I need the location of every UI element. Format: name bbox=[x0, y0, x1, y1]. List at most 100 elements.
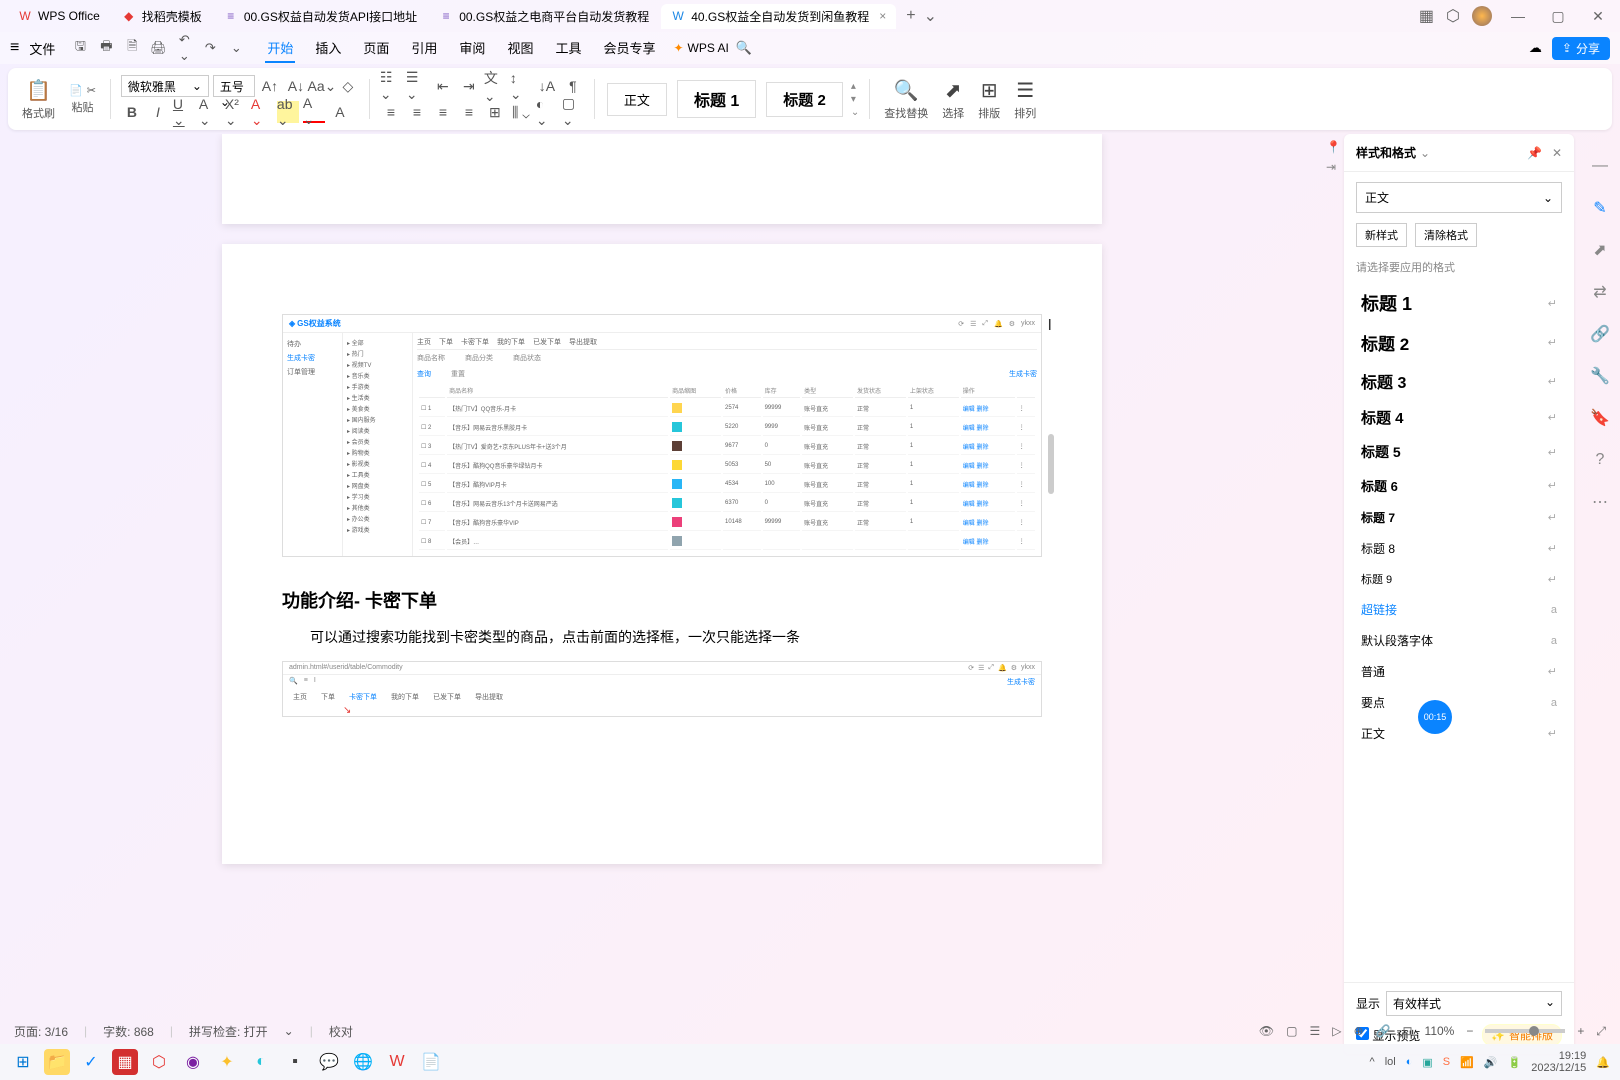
style-item[interactable]: 标题 7↵ bbox=[1352, 502, 1566, 533]
italic-button[interactable]: I bbox=[147, 101, 169, 123]
align-justify-icon[interactable]: ≡ bbox=[458, 101, 480, 123]
minimize-panel-icon[interactable]: — bbox=[1588, 154, 1612, 178]
cube-icon[interactable]: ⬡ bbox=[1446, 6, 1460, 26]
read-mode-icon[interactable]: 👁 bbox=[1259, 1024, 1274, 1038]
share-alt-icon[interactable]: ⇄ bbox=[1588, 280, 1612, 304]
superscript-button[interactable]: X² ⌄ bbox=[225, 101, 247, 123]
align-center-icon[interactable]: ≡ bbox=[406, 101, 428, 123]
menu-tab-page[interactable]: 页面 bbox=[361, 34, 391, 63]
zoom-out-icon[interactable]: − bbox=[1466, 1024, 1473, 1038]
clear-format-icon[interactable]: ◇ bbox=[337, 75, 359, 97]
play-icon[interactable]: ▷ bbox=[1332, 1024, 1341, 1038]
close-button[interactable]: ✕ bbox=[1584, 8, 1612, 25]
menu-tab-start[interactable]: 开始 bbox=[265, 34, 295, 63]
align-left-icon[interactable]: ≡ bbox=[380, 101, 402, 123]
align-right-icon[interactable]: ≡ bbox=[432, 101, 454, 123]
app-icon[interactable]: ◐ bbox=[248, 1049, 274, 1075]
tab-doc-api[interactable]: ≡ 00.GS权益自动发货API接口地址 bbox=[214, 4, 427, 29]
wps-ai-button[interactable]: ✦ WPS AI bbox=[673, 41, 728, 55]
dropdown-icon[interactable]: ⌄ bbox=[225, 40, 247, 56]
paste-group[interactable]: 📄 ✂ 粘贴 bbox=[65, 84, 100, 115]
cursor-icon[interactable]: ⬈ bbox=[1588, 238, 1612, 262]
more-icon[interactable]: ⋯ bbox=[1588, 490, 1612, 514]
tool-icon[interactable]: 🔧 bbox=[1588, 364, 1612, 388]
cloud-icon[interactable]: ☁ bbox=[1529, 40, 1542, 56]
print-preview-icon[interactable]: 🗎 bbox=[121, 37, 143, 59]
edge-icon[interactable]: 🌐 bbox=[350, 1049, 376, 1075]
tab-wps-office[interactable]: W WPS Office bbox=[8, 5, 110, 27]
sort-button[interactable]: ☰排列 bbox=[1010, 78, 1040, 121]
close-icon[interactable]: ✕ bbox=[1552, 146, 1562, 160]
minimize-button[interactable]: — bbox=[1504, 8, 1532, 24]
layout-button[interactable]: ⊞排版 bbox=[974, 78, 1004, 121]
tray-icon[interactable]: S bbox=[1443, 1056, 1450, 1068]
maximize-button[interactable]: ▢ bbox=[1544, 8, 1572, 25]
todo-icon[interactable]: ✓ bbox=[78, 1049, 104, 1075]
line-spacing-icon[interactable]: ↕ ⌄ bbox=[510, 75, 532, 97]
highlight-button[interactable]: ab ⌄ bbox=[277, 101, 299, 123]
text-color-button[interactable]: A ⌄ bbox=[303, 101, 325, 123]
tray-icon[interactable]: lol bbox=[1385, 1056, 1396, 1068]
volume-icon[interactable]: 🔊 bbox=[1484, 1056, 1498, 1069]
number-list-icon[interactable]: ☰ ⌄ bbox=[406, 75, 428, 97]
style-item[interactable]: 标题 4↵ bbox=[1352, 400, 1566, 435]
style-item[interactable]: 超链接a bbox=[1352, 594, 1566, 625]
app-icon[interactable]: ▪ bbox=[282, 1049, 308, 1075]
document-area[interactable]: ◈GS权益系统 ⟳ ☰ ⤢ 🔔 ⚙ ykxx 待办 bbox=[0, 134, 1324, 1054]
spellcheck-dropdown[interactable]: ⌄ bbox=[284, 1024, 294, 1038]
file-menu[interactable]: 文件 bbox=[29, 39, 55, 58]
menu-tab-reference[interactable]: 引用 bbox=[409, 34, 439, 63]
chevron-down-icon[interactable]: ⌄ bbox=[1420, 146, 1430, 160]
app-icon[interactable]: ⬡ bbox=[146, 1049, 172, 1075]
link-icon[interactable]: 🔗 bbox=[1376, 1024, 1391, 1038]
proofread-button[interactable]: 校对 bbox=[329, 1023, 353, 1040]
menu-tab-tools[interactable]: 工具 bbox=[553, 34, 583, 63]
app-icon[interactable]: ▦ bbox=[112, 1049, 138, 1075]
search-icon[interactable]: 🔍 bbox=[733, 40, 755, 56]
underline-button[interactable]: U ⌄ bbox=[173, 101, 195, 123]
pencil-icon[interactable]: ✎ bbox=[1588, 196, 1612, 220]
grid-icon[interactable]: ▦ bbox=[1419, 6, 1434, 26]
style-item[interactable]: 标题 5↵ bbox=[1352, 435, 1566, 469]
zoom-level[interactable]: 110% bbox=[1425, 1024, 1455, 1038]
quick-print-icon[interactable]: 🖨 bbox=[147, 40, 169, 56]
distribute-icon[interactable]: ⊞ bbox=[484, 101, 506, 123]
style-item[interactable]: 标题 1↵ bbox=[1352, 283, 1566, 323]
styles-list[interactable]: 标题 1↵标题 2↵标题 3↵标题 4↵标题 5↵标题 6↵标题 7↵标题 8↵… bbox=[1344, 279, 1574, 982]
web-mode-icon[interactable]: ⊕ bbox=[1353, 1024, 1363, 1038]
style-item[interactable]: 要点a bbox=[1352, 687, 1566, 718]
pin-icon[interactable]: 📍 bbox=[1326, 140, 1342, 156]
style-item[interactable]: 标题 8↵ bbox=[1352, 533, 1566, 564]
sort-icon[interactable]: ↓A bbox=[536, 75, 558, 97]
style-item[interactable]: 正文↵ bbox=[1352, 718, 1566, 749]
show-filter-select[interactable]: 有效样式⌄ bbox=[1386, 991, 1562, 1016]
paperclip-icon[interactable]: 🔗 bbox=[1588, 322, 1612, 346]
style-item[interactable]: 默认段落字体a bbox=[1352, 625, 1566, 656]
share-button[interactable]: ⇪ 分享 bbox=[1552, 37, 1610, 60]
font-name-select[interactable]: 微软雅黑⌄ bbox=[121, 75, 209, 97]
help-icon[interactable]: ? bbox=[1588, 448, 1612, 472]
strikethrough-button[interactable]: A ⌄ bbox=[199, 101, 221, 123]
style-item[interactable]: 标题 3↵ bbox=[1352, 362, 1566, 400]
style-item[interactable]: 标题 6↵ bbox=[1352, 469, 1566, 502]
menu-tab-view[interactable]: 视图 bbox=[505, 34, 535, 63]
close-icon[interactable]: × bbox=[879, 9, 886, 23]
fit-icon[interactable]: ⊡ bbox=[1402, 1024, 1412, 1038]
start-button[interactable]: ⊞ bbox=[10, 1049, 36, 1075]
format-brush-group[interactable]: 📋 格式刷 bbox=[18, 78, 59, 121]
shading-icon[interactable]: ◐ ⌄ bbox=[536, 101, 558, 123]
current-style-select[interactable]: 正文 ⌄ bbox=[1356, 182, 1562, 213]
menu-tab-member[interactable]: 会员专享 bbox=[601, 34, 657, 63]
hamburger-icon[interactable]: ≡ bbox=[10, 39, 19, 57]
collapse-icon[interactable]: ⇥ bbox=[1326, 160, 1342, 176]
find-replace-button[interactable]: 🔍查找替换 bbox=[880, 78, 932, 121]
tray-chevron-icon[interactable]: ^ bbox=[1370, 1056, 1375, 1068]
style-heading2[interactable]: 标题 2 bbox=[766, 82, 843, 117]
save-icon[interactable]: 🖫 bbox=[69, 37, 91, 59]
zoom-in-icon[interactable]: + bbox=[1577, 1024, 1584, 1038]
style-item[interactable]: 普通↵ bbox=[1352, 656, 1566, 687]
increase-font-icon[interactable]: A↑ bbox=[259, 75, 281, 97]
border-icon[interactable]: ▢ ⌄ bbox=[562, 101, 584, 123]
menu-tab-review[interactable]: 审阅 bbox=[457, 34, 487, 63]
spellcheck-status[interactable]: 拼写检查: 打开 bbox=[189, 1023, 268, 1040]
